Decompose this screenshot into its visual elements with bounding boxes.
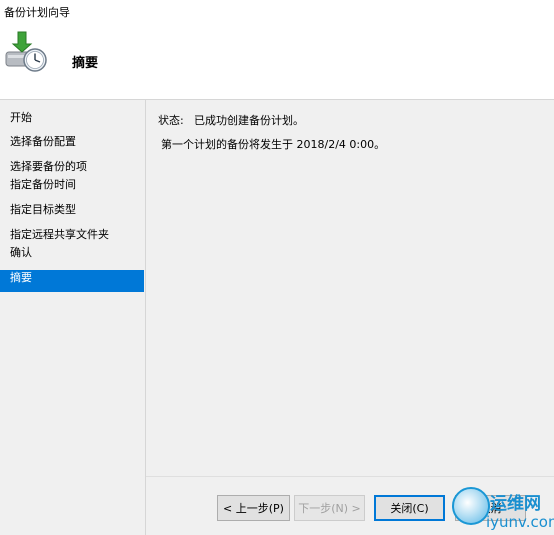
status-value: 已成功创建备份计划。 <box>194 114 304 127</box>
next-button[interactable]: 下一步(N) > <box>294 495 365 521</box>
wizard-header: 摘要 <box>0 22 554 99</box>
summary-panel: 状态: 已成功创建备份计划。 第一个计划的备份将发生于 2018/2/4 0:0… <box>146 100 554 476</box>
close-button[interactable]: 关闭(C) <box>374 495 445 521</box>
wizard-footer: < 上一步(P) 下一步(N) > 关闭(C) 取消 <box>146 476 554 535</box>
window-title: 备份计划向导 <box>4 6 70 19</box>
wizard-sidebar: 开始 选择备份配置 选择要备份的项 指定备份时间 指定目标类型 指定远程共享文件… <box>0 100 145 535</box>
status-label: 状态: <box>158 114 184 127</box>
sidebar-item-summary[interactable]: 摘要 <box>0 270 144 292</box>
sidebar-item-select-items[interactable]: 选择要备份的项 <box>0 159 144 175</box>
sidebar-item-backup-time[interactable]: 指定备份时间 <box>0 177 144 193</box>
previous-button[interactable]: < 上一步(P) <box>217 495 290 521</box>
sidebar-item-destination-type[interactable]: 指定目标类型 <box>0 202 144 218</box>
sidebar-item-start[interactable]: 开始 <box>0 110 144 126</box>
page-title: 摘要 <box>72 56 99 71</box>
title-bar: 备份计划向导 <box>0 0 554 22</box>
schedule-detail: 第一个计划的备份将发生于 2018/2/4 0:00。 <box>161 138 386 151</box>
sidebar-item-select-config[interactable]: 选择备份配置 <box>0 134 144 150</box>
cancel-button[interactable]: 取消 <box>455 495 526 521</box>
sidebar-item-remote-share[interactable]: 指定远程共享文件夹 <box>0 227 144 243</box>
backup-clock-icon <box>5 31 47 72</box>
sidebar-item-confirm[interactable]: 确认 <box>0 245 144 261</box>
